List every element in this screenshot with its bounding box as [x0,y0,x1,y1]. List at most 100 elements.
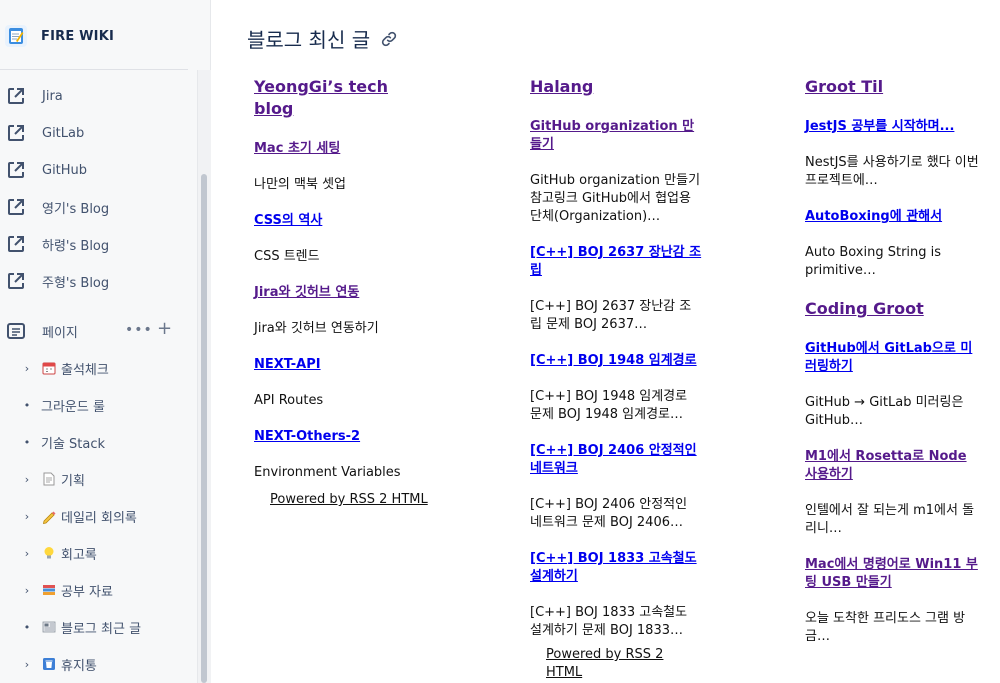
sidebar-link-gitlab[interactable]: GitLab [0,118,190,148]
newspaper-icon [42,621,56,633]
post-title-link[interactable]: CSS의 역사 [254,212,429,230]
tree-item-label: 기획 [61,473,85,489]
sidebar-link-jira[interactable]: Jira [0,81,190,111]
page-title-text: 블로그 최신 글 [247,28,371,52]
main-content: 블로그 최신 글 YeongGi’s tech blog Mac 초기 세팅 나… [212,0,1000,683]
bullet-icon: • [23,620,31,634]
post-description: CSS 트렌드 [254,249,320,264]
page-icon [43,472,55,486]
sidebar-link-juhyeong-blog[interactable]: 주형's Blog [0,266,190,296]
tree-item-label: 출석체크 [61,362,109,378]
post-description: [C++] BOJ 1833 고속철도 설계하기 문제 BOJ 1833… [530,605,688,638]
powered-by-link[interactable]: Powered by RSS 2 HTML [270,491,428,509]
tree-item-blog-recent[interactable]: • 블로그 최근 글 [0,612,190,642]
post-description: API Routes [254,393,324,408]
post-title-link[interactable]: JestJS 공부를 시작하며... [805,118,983,136]
post-title-link[interactable]: M1에서 Rosetta로 Node 사용하기 [805,448,983,484]
post-description: 인텔에서 잘 되는게 m1에서 돌리니… [805,503,975,536]
sidebar-link-label: GitLab [42,125,85,141]
tree-item-study-materials[interactable]: › 공부 자료 [0,575,190,605]
sidebar-link-github[interactable]: GitHub [0,155,190,185]
post-title-link[interactable]: [C++] BOJ 1948 임계경로 [530,352,702,370]
post-description: Jira와 깃허브 연동하기 [254,321,379,336]
tree-item-label: 공부 자료 [61,584,113,600]
page-title: 블로그 최신 글 [247,24,398,53]
books-icon [43,585,55,595]
external-link-icon [8,199,24,215]
post-description: GitHub → GitLab 미러링은 GitHub… [805,395,964,428]
post-description: 오늘 도착한 프리도스 그램 방금… [805,611,966,644]
header-divider [0,69,188,70]
external-link-icon [8,236,24,252]
sidebar-link-label: 주형's Blog [42,275,110,291]
trash-icon [43,658,55,670]
expand-chevron-icon[interactable]: › [20,510,34,523]
sidebar-link-haryeong-blog[interactable]: 하령's Blog [0,229,190,259]
post-title-link[interactable]: NEXT-API [254,356,429,374]
pages-section-header[interactable]: 페이지 ••• + [0,316,190,346]
sidebar-link-yeonggi-blog[interactable]: 영기's Blog [0,192,190,222]
tree-item-label: 블로그 최근 글 [61,621,142,637]
external-link-icon [8,273,24,289]
bullet-icon: • [23,435,31,449]
expand-chevron-icon[interactable]: › [20,584,34,597]
expand-chevron-icon[interactable]: › [20,658,34,671]
powered-by-link[interactable]: Powered by RSS 2 HTML [546,646,702,682]
post-description: 나만의 맥북 셋업 [254,177,346,192]
sidebar: FIRE WIKI Jira GitLab GitHub 영기's Blog 하… [0,0,211,683]
expand-chevron-icon[interactable]: › [20,362,34,375]
external-link-icon [8,162,24,178]
post-title-link[interactable]: AutoBoxing에 관해서 [805,208,983,226]
blog-column-yeonggi: YeongGi’s tech blog Mac 초기 세팅 나만의 맥북 셋업 … [254,76,429,509]
blog-title-link[interactable]: Groot Til [805,76,983,98]
blog-column-groot: Groot Til JestJS 공부를 시작하며... NestJS를 사용하… [805,76,983,664]
blog-title-link[interactable]: Halang [530,76,702,98]
sidebar-link-label: Jira [42,88,63,104]
tree-item-tech-stack[interactable]: • 기술 Stack [0,427,190,457]
lightbulb-icon [44,547,54,559]
post-description: [C++] BOJ 2637 장난감 조립 문제 BOJ 2637… [530,299,692,332]
post-title-link[interactable]: [C++] BOJ 2637 장난감 조립 [530,244,702,280]
tree-item-trash[interactable]: › 휴지통 [0,649,190,679]
sidebar-scrollbar-thumb[interactable] [201,174,207,683]
post-description: [C++] BOJ 2406 안정적인 네트워크 문제 BOJ 2406… [530,497,688,530]
tree-item-label: 회고록 [61,547,97,563]
post-description: Environment Variables [254,465,401,480]
post-description: NestJS를 사용하기로 했다 이번 프로젝트에… [805,155,979,188]
tree-item-label: 기술 Stack [41,436,106,452]
add-page-icon[interactable]: + [157,320,172,338]
post-title-link[interactable]: Jira와 깃허브 연동 [254,284,429,302]
bullet-icon: • [23,398,31,412]
tree-item-ground-rules[interactable]: • 그라운드 룰 [0,390,190,420]
pencil-icon [42,511,56,524]
pages-label: 페이지 [42,325,78,341]
tree-item-attendance[interactable]: › 출석체크 [0,353,190,383]
external-link-icon [8,125,24,141]
post-title-link[interactable]: Mac 초기 세팅 [254,140,429,158]
sidebar-scrollbar[interactable] [197,70,211,683]
pages-icon [7,323,25,339]
post-title-link[interactable]: GitHub에서 GitLab으로 미러링하기 [805,340,983,376]
tree-item-planning[interactable]: › 기획 [0,464,190,494]
post-title-link[interactable]: Mac에서 명령어로 Win11 부팅 USB 만들기 [805,556,983,592]
sidebar-link-label: GitHub [42,162,88,178]
external-link-icon [8,88,24,104]
post-title-link[interactable]: GitHub organization 만들기 [530,118,702,154]
sidebar-link-label: 영기's Blog [42,201,110,217]
blog-column-halang: Halang GitHub organization 만들기 GitHub or… [530,76,702,682]
notepad-icon [5,25,27,47]
space-header[interactable]: FIRE WIKI [0,0,210,72]
post-description: GitHub organization 만들기 참고링크 GitHub에서 협업… [530,173,701,224]
expand-chevron-icon[interactable]: › [20,547,34,560]
tree-item-daily-minutes[interactable]: › 데일리 회의록 [0,501,190,531]
blog-title-link[interactable]: YeongGi’s tech blog [254,76,429,120]
more-actions-icon[interactable]: ••• [125,322,153,338]
post-title-link[interactable]: [C++] BOJ 1833 고속철도 설계하기 [530,550,702,586]
link-icon[interactable] [380,30,398,48]
expand-chevron-icon[interactable]: › [20,473,34,486]
tree-item-retrospective[interactable]: › 회고록 [0,538,190,568]
blog-title-link[interactable]: Coding Groot [805,298,983,320]
post-title-link[interactable]: NEXT-Others-2 [254,428,429,446]
space-title: FIRE WIKI [41,28,115,44]
post-title-link[interactable]: [C++] BOJ 2406 안정적인 네트워크 [530,442,702,478]
